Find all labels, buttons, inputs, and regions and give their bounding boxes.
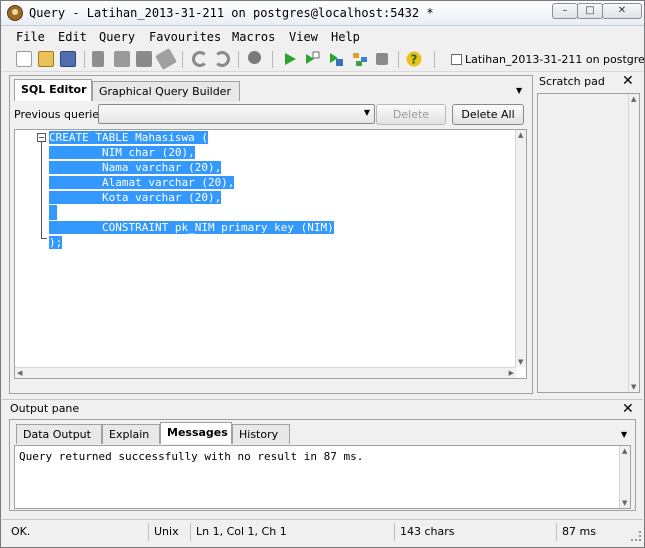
help-icon[interactable]: ? bbox=[406, 51, 422, 67]
output-pane-title: Output pane bbox=[10, 402, 80, 415]
minimize-button[interactable]: – bbox=[552, 3, 578, 19]
code-line: NIM char (20), bbox=[49, 146, 195, 159]
tab-sql-editor[interactable]: SQL Editor bbox=[14, 79, 92, 101]
delete-all-button[interactable]: Delete All bbox=[452, 104, 524, 125]
find-icon[interactable] bbox=[248, 51, 261, 64]
scroll-down-icon[interactable]: ▼ bbox=[631, 383, 636, 391]
output-pane-header: Output pane ✕ bbox=[2, 399, 643, 417]
status-duration: 87 ms bbox=[556, 523, 636, 541]
scroll-left-icon[interactable]: ◀ bbox=[17, 369, 22, 377]
sql-code-editor[interactable]: − CREATE TABLE Mahasiswa ( NIM char (20)… bbox=[14, 129, 527, 379]
fold-line bbox=[41, 142, 42, 238]
menu-favourites[interactable]: Favourites bbox=[149, 30, 221, 44]
tab-graphical-query-builder[interactable]: Graphical Query Builder bbox=[92, 81, 240, 101]
fold-collapse-icon[interactable]: − bbox=[37, 133, 46, 142]
editor-horizontal-scrollbar[interactable]: ◀ ▶ bbox=[15, 367, 516, 378]
tab-explain[interactable]: Explain bbox=[102, 424, 160, 444]
message-text: Query returned successfully with no resu… bbox=[19, 450, 364, 463]
output-tab-list-arrow-icon[interactable]: ▼ bbox=[621, 430, 627, 439]
status-line-endings: Unix bbox=[148, 523, 188, 541]
editor-gutter: − bbox=[15, 130, 47, 378]
code-line bbox=[49, 205, 334, 220]
previous-queries-dropdown[interactable]: ▼ bbox=[98, 104, 375, 124]
sql-editor-panel: SQL Editor Graphical Query Builder ▼ Pre… bbox=[9, 75, 533, 394]
menu-edit[interactable]: Edit bbox=[58, 30, 87, 44]
svg-text:?: ? bbox=[411, 53, 418, 67]
toolbar-separator bbox=[398, 51, 399, 68]
connection-checkbox[interactable] bbox=[451, 54, 462, 65]
scratch-vertical-scrollbar[interactable]: ▲ ▼ bbox=[628, 94, 639, 392]
menu-help[interactable]: Help bbox=[331, 30, 360, 44]
scroll-up-icon[interactable]: ▲ bbox=[631, 95, 636, 103]
pgadmin-elephant-icon bbox=[7, 5, 23, 21]
window-title: Query - Latihan_2013-31-211 on postgres@… bbox=[29, 6, 434, 20]
toolbar-separator bbox=[84, 51, 85, 68]
code-line: Nama varchar (20), bbox=[49, 161, 222, 174]
cancel-icon[interactable] bbox=[376, 53, 388, 65]
resize-grip[interactable] bbox=[631, 531, 641, 541]
output-pane-close-icon[interactable]: ✕ bbox=[622, 402, 634, 416]
editor-vertical-scrollbar[interactable]: ▲ ▼ bbox=[515, 130, 526, 367]
tab-data-output[interactable]: Data Output bbox=[16, 424, 102, 444]
connection-selector[interactable]: Latihan_2013-31-211 on postgres@ bbox=[465, 53, 645, 66]
scratch-pad-title: Scratch pad bbox=[539, 75, 605, 88]
messages-vertical-scrollbar[interactable]: ▲ ▼ bbox=[619, 446, 630, 508]
explain-icon[interactable] bbox=[352, 51, 368, 67]
scroll-down-icon[interactable]: ▼ bbox=[518, 358, 523, 366]
code-line: Kota varchar (20), bbox=[49, 191, 222, 204]
status-cursor-position: Ln 1, Col 1, Ch 1 bbox=[190, 523, 390, 541]
previous-queries-label: Previous queries bbox=[14, 108, 105, 121]
new-file-icon[interactable] bbox=[16, 51, 32, 67]
code-line: CREATE TABLE Mahasiswa ( bbox=[49, 131, 208, 144]
copy-icon[interactable] bbox=[114, 51, 130, 67]
query-window: Query - Latihan_2013-31-211 on postgres@… bbox=[0, 0, 645, 548]
toolbar-separator bbox=[238, 51, 239, 68]
maximize-button[interactable]: □ bbox=[577, 3, 603, 19]
toolbar: ? Latihan_2013-31-211 on postgres@ bbox=[2, 47, 645, 72]
menu-query[interactable]: Query bbox=[99, 30, 135, 44]
scratch-pad-text-area[interactable]: ▲ ▼ bbox=[537, 93, 640, 393]
scroll-up-icon[interactable]: ▲ bbox=[622, 447, 627, 455]
status-char-count: 143 chars bbox=[394, 523, 552, 541]
code-lines: CREATE TABLE Mahasiswa ( NIM char (20), … bbox=[49, 130, 334, 250]
toolbar-separator bbox=[272, 51, 273, 68]
execute-icon[interactable] bbox=[282, 51, 298, 67]
output-pane: Data Output Explain Messages History ▼ Q… bbox=[9, 419, 636, 511]
status-bar: OK. Unix Ln 1, Col 1, Ch 1 143 chars 87 … bbox=[2, 519, 643, 543]
open-file-icon[interactable] bbox=[38, 51, 54, 67]
status-state: OK. bbox=[11, 525, 31, 538]
tab-list-arrow-icon[interactable]: ▼ bbox=[516, 86, 522, 95]
toolbar-separator bbox=[434, 51, 435, 68]
messages-text-area[interactable]: Query returned successfully with no resu… bbox=[14, 445, 631, 509]
menu-view[interactable]: View bbox=[289, 30, 318, 44]
tab-history[interactable]: History bbox=[232, 424, 290, 444]
toolbar-separator bbox=[182, 51, 183, 68]
code-line: CONSTRAINT pk_NIM primary key (NIM) bbox=[49, 221, 334, 234]
close-window-button[interactable]: ✕ bbox=[602, 3, 642, 19]
delete-button[interactable]: Delete bbox=[376, 104, 446, 125]
redo-icon[interactable] bbox=[214, 51, 230, 67]
menu-macros[interactable]: Macros bbox=[232, 30, 275, 44]
save-icon[interactable] bbox=[60, 51, 76, 67]
paste-icon[interactable] bbox=[136, 51, 152, 67]
undo-icon[interactable] bbox=[192, 51, 208, 67]
tab-messages[interactable]: Messages bbox=[160, 422, 232, 444]
scroll-right-icon[interactable]: ▶ bbox=[509, 369, 514, 377]
code-line: ); bbox=[49, 236, 63, 249]
cut-icon[interactable] bbox=[92, 51, 104, 67]
chevron-down-icon: ▼ bbox=[363, 108, 370, 117]
scroll-up-icon[interactable]: ▲ bbox=[518, 131, 523, 139]
scratch-pad: Scratch pad ✕ ▲ ▼ bbox=[534, 73, 643, 396]
title-bar[interactable]: Query - Latihan_2013-31-211 on postgres@… bbox=[1, 1, 644, 26]
execute-to-file-icon[interactable] bbox=[328, 51, 344, 67]
scratch-pad-close-icon[interactable]: ✕ bbox=[622, 74, 634, 88]
menu-file[interactable]: File bbox=[16, 30, 45, 44]
clear-icon[interactable] bbox=[155, 48, 177, 70]
menu-bar: File Edit Query Favourites Macros View H… bbox=[2, 27, 643, 46]
fold-end bbox=[41, 238, 47, 239]
code-line: Alamat varchar (20), bbox=[49, 176, 235, 189]
scroll-down-icon[interactable]: ▼ bbox=[622, 499, 627, 507]
execute-pgscript-icon[interactable] bbox=[304, 51, 320, 67]
